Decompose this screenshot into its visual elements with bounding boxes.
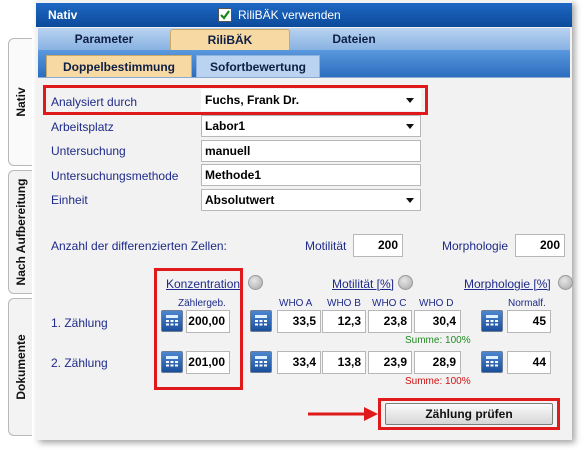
- row2-normal-input[interactable]: 44: [507, 351, 551, 374]
- morphologie-status-icon: [558, 275, 573, 290]
- highlight-button: [378, 398, 560, 430]
- side-tab-label: Nativ: [13, 87, 28, 117]
- check-icon: [220, 10, 230, 20]
- row1-label: 1. Zählung: [51, 316, 108, 330]
- morphologie-count-label: Morphologie: [442, 239, 509, 253]
- motilitaet-count-label: Motilität: [305, 239, 347, 253]
- calculator-button[interactable]: [250, 351, 272, 373]
- calculator-icon: [255, 315, 267, 326]
- methode-input[interactable]: Methode1: [201, 164, 421, 186]
- highlight-analysiert: [43, 85, 428, 115]
- motilitaet-header: Motilität [%]: [332, 277, 395, 291]
- methode-value: Methode1: [205, 168, 262, 182]
- row2-who-d-input[interactable]: 28,9: [414, 351, 461, 374]
- chevron-down-icon: [406, 198, 414, 203]
- divider: [38, 77, 570, 78]
- konzentration-status-icon: [248, 275, 263, 290]
- who-b-header: WHO B: [327, 298, 361, 309]
- row2-who-c-input[interactable]: 23,9: [368, 351, 412, 374]
- calculator-icon: [486, 315, 498, 326]
- arrow-right-icon: [308, 407, 378, 421]
- who-d-header: WHO D: [419, 298, 454, 309]
- title-bar: Nativ RiliBÄK verwenden: [36, 3, 572, 27]
- side-tab-nach-aufbereitung[interactable]: Nach Aufbereitung: [8, 170, 32, 294]
- row1-summe: Summe: 100%: [405, 335, 471, 346]
- calculator-icon: [255, 356, 267, 367]
- calculator-icon: [486, 356, 498, 367]
- row1-who-d-input[interactable]: 30,4: [414, 310, 461, 333]
- arbeitsplatz-select[interactable]: Labor1: [201, 115, 421, 137]
- calculator-button[interactable]: [481, 310, 503, 332]
- motilitaet-status-icon: [398, 275, 413, 290]
- side-tab-label: Nach Aufbereitung: [13, 178, 28, 286]
- row2-summe: Summe: 100%: [405, 376, 471, 387]
- side-tab-dokumente[interactable]: Dokumente: [8, 298, 32, 436]
- untersuchung-value: manuell: [205, 144, 251, 158]
- who-c-header: WHO C: [372, 298, 407, 309]
- morphologie-count-input[interactable]: 200: [515, 234, 565, 257]
- morphologie-header: Morphologie [%]: [464, 277, 551, 291]
- tab-dateien[interactable]: Dateien: [290, 29, 418, 50]
- einheit-value: Absolutwert: [205, 193, 275, 207]
- einheit-select[interactable]: Absolutwert: [201, 189, 421, 211]
- panel-title: Nativ: [48, 8, 78, 22]
- motilitaet-count-input[interactable]: 200: [353, 234, 403, 257]
- row2-who-a-input[interactable]: 33,4: [277, 351, 321, 374]
- zellen-label: Anzahl der differenzierten Zellen:: [51, 239, 227, 253]
- normalf-header: Normalf.: [508, 298, 546, 309]
- tab-parameter[interactable]: Parameter: [38, 29, 170, 50]
- subtab-doppelbestimmung[interactable]: Doppelbestimmung: [46, 55, 192, 77]
- rilibak-checkbox-label: RiliBÄK verwenden: [238, 8, 341, 22]
- row1-who-b-input[interactable]: 12,3: [322, 310, 366, 333]
- subtab-sofortbewertung[interactable]: Sofortbewertung: [196, 55, 320, 77]
- side-tab-nativ[interactable]: Nativ: [8, 38, 32, 166]
- highlight-konzentration: [154, 268, 243, 390]
- row1-who-c-input[interactable]: 23,8: [368, 310, 412, 333]
- row2-label: 2. Zählung: [51, 356, 108, 370]
- untersuchung-input[interactable]: manuell: [201, 140, 421, 162]
- row1-who-a-input[interactable]: 33,5: [277, 310, 321, 333]
- row1-normal-input[interactable]: 45: [507, 310, 551, 333]
- calculator-button[interactable]: [250, 310, 272, 332]
- chevron-down-icon: [406, 124, 414, 129]
- rilibak-checkbox[interactable]: [218, 8, 232, 22]
- einheit-label: Einheit: [51, 193, 88, 207]
- calculator-button[interactable]: [481, 351, 503, 373]
- row2-who-b-input[interactable]: 13,8: [322, 351, 366, 374]
- who-a-header: WHO A: [279, 298, 313, 309]
- arbeitsplatz-value: Labor1: [205, 119, 246, 133]
- arbeitsplatz-label: Arbeitsplatz: [51, 120, 114, 134]
- side-tab-label: Dokumente: [13, 334, 28, 400]
- tab-rilibak[interactable]: RiliBÄK: [170, 29, 290, 50]
- methode-label: Untersuchungsmethode: [51, 169, 179, 183]
- untersuchung-label: Untersuchung: [51, 144, 126, 158]
